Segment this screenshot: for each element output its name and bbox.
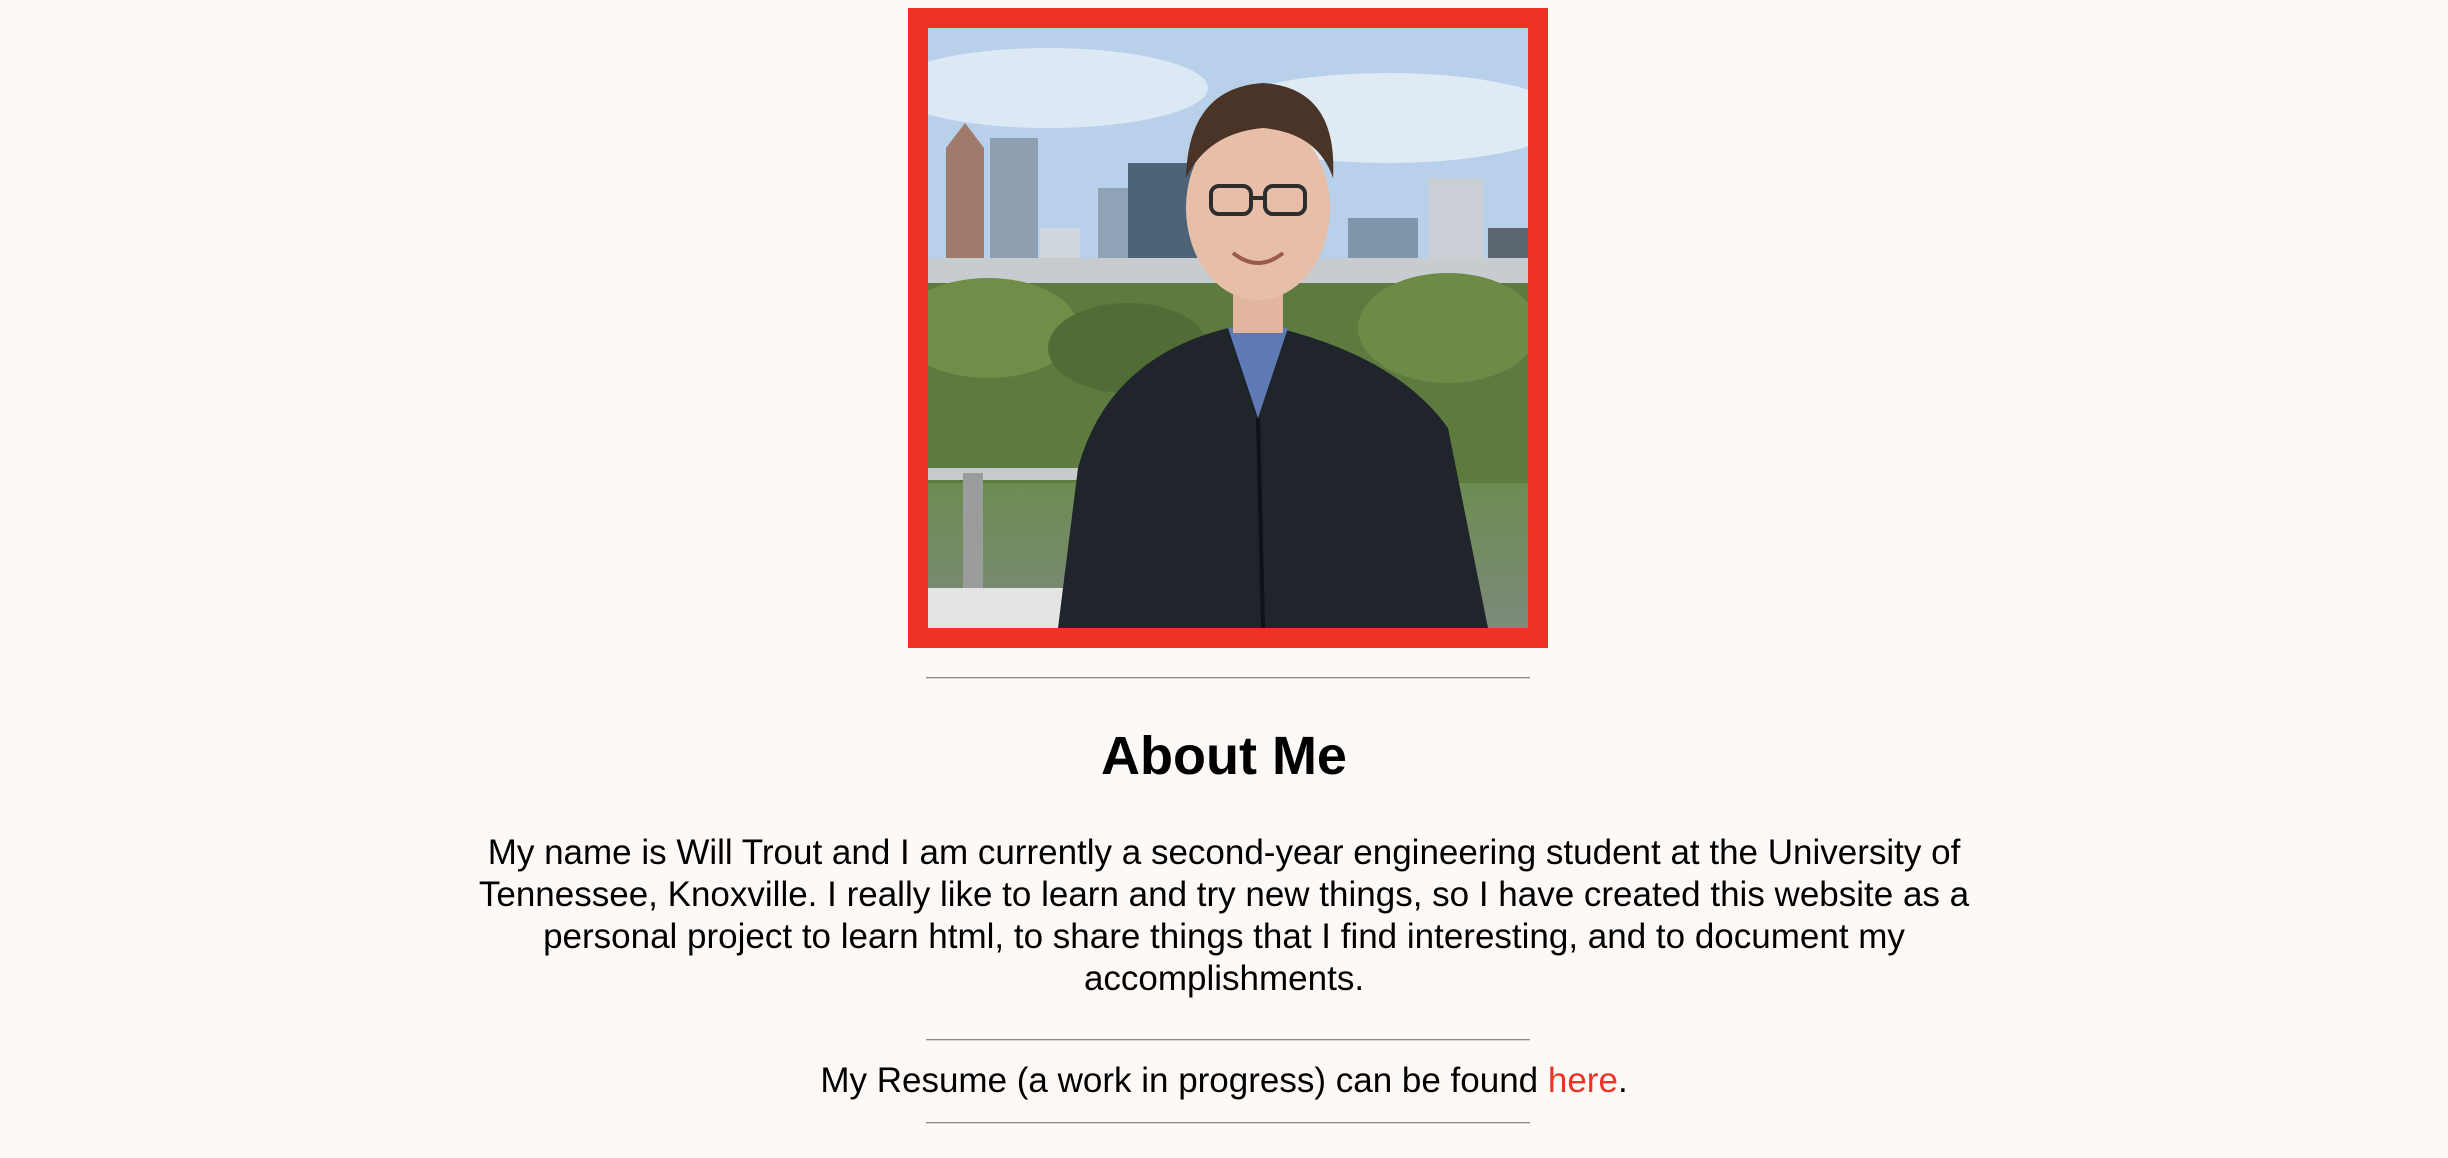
- profile-photo-illustration: [928, 28, 1528, 628]
- divider-middle: [926, 1039, 1530, 1041]
- divider-bottom: [926, 1122, 1530, 1124]
- resume-link[interactable]: here: [1548, 1061, 1618, 1100]
- resume-line: My Resume (a work in progress) can be fo…: [0, 1060, 2448, 1102]
- page: About Me My name is Will Trout and I am …: [0, 0, 2448, 1158]
- resume-text: My Resume (a work in progress) can be fo…: [820, 1061, 1548, 1100]
- divider-top: [926, 677, 1530, 679]
- profile-photo: [928, 28, 1528, 628]
- about-me-bio: My name is Will Trout and I am currently…: [478, 833, 1970, 998]
- resume-period: .: [1617, 1061, 1628, 1100]
- about-me-heading: About Me: [1101, 726, 1347, 786]
- profile-photo-frame: [908, 8, 1548, 648]
